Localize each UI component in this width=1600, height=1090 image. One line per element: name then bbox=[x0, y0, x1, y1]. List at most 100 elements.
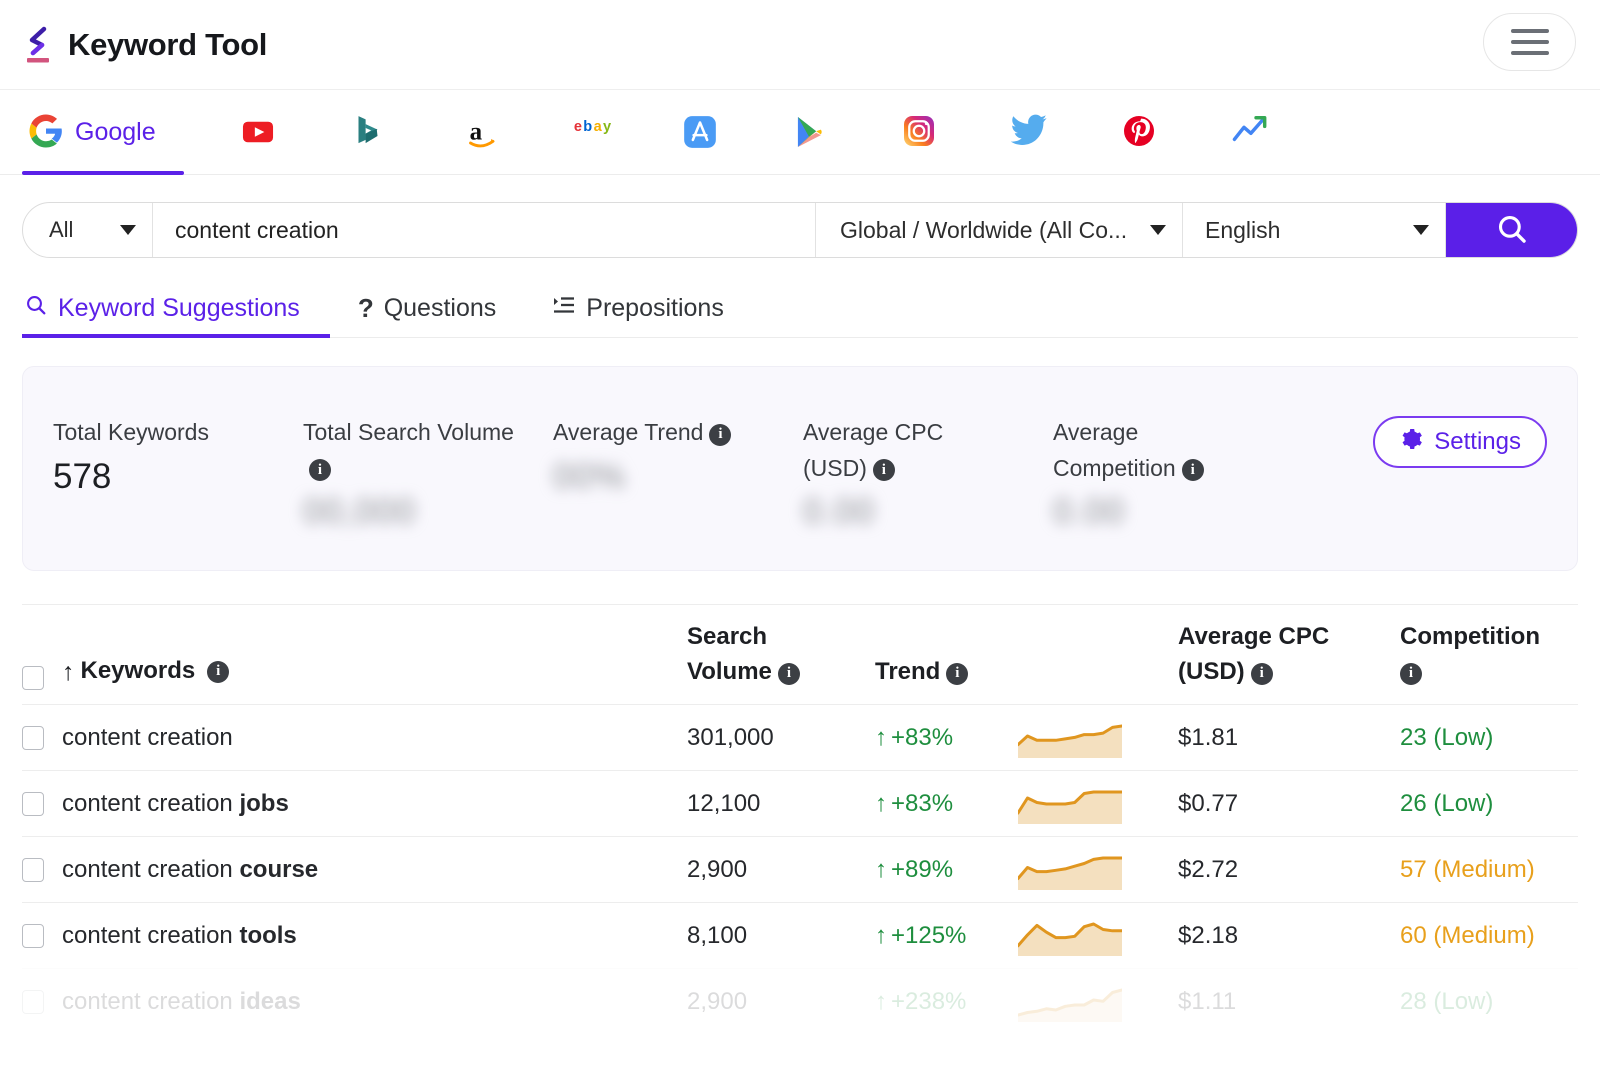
search-input[interactable] bbox=[153, 203, 815, 257]
table-row[interactable]: content creation ideas 2,900 ↑ +238% $1.11 28… bbox=[22, 968, 1578, 1034]
search-icon bbox=[24, 293, 48, 324]
platform-tab-pinterest[interactable] bbox=[1106, 90, 1174, 175]
country-select[interactable]: Global / Worldwide (All Co... bbox=[815, 203, 1183, 257]
info-icon[interactable]: i bbox=[1250, 663, 1273, 686]
amazon-icon: a bbox=[463, 113, 501, 151]
language-select-value: English bbox=[1205, 216, 1281, 243]
keywordtool-logo-icon bbox=[22, 23, 56, 67]
tab-label-questions: Questions bbox=[383, 294, 497, 322]
trend-up-arrow-icon: ↑ bbox=[875, 723, 887, 751]
platform-tab-twitter[interactable] bbox=[996, 90, 1064, 175]
platform-tab-bar: Google a e b a y bbox=[0, 90, 1600, 175]
cell-trend: ↑ +125% bbox=[875, 922, 1018, 950]
cell-search-volume: 12,100 bbox=[687, 789, 761, 817]
platform-tab-google-trends[interactable] bbox=[1216, 90, 1284, 175]
cell-trend: ↑ +238% bbox=[875, 988, 1018, 1016]
table-row[interactable]: content creation tools 8,100 ↑ +125% $2.18 60… bbox=[22, 902, 1578, 968]
platform-tab-ebay[interactable]: e b a y bbox=[558, 90, 626, 175]
cell-search-volume: 2,900 bbox=[687, 855, 748, 883]
table-body: content creation 301,000 ↑ +83% $1.81 23 (Low… bbox=[22, 704, 1578, 1034]
stat-total-search-volume: Total Search Volume i 00,000 bbox=[303, 415, 553, 532]
trend-up-arrow-icon: ↑ bbox=[875, 987, 887, 1015]
twitter-icon bbox=[1010, 113, 1049, 151]
table-row[interactable]: content creation jobs 12,100 ↑ +83% $0.77 26 … bbox=[22, 770, 1578, 836]
stat-average-trend: Average Trend i 00% bbox=[553, 415, 803, 497]
cell-competition: 23 (Low) bbox=[1400, 723, 1494, 751]
stat-average-cpc: Average CPC (USD) i 0.00 bbox=[803, 415, 1053, 532]
row-checkbox[interactable] bbox=[22, 857, 44, 882]
platform-tab-google[interactable]: Google bbox=[22, 90, 184, 175]
row-select-cell bbox=[22, 989, 62, 1014]
info-icon[interactable]: i bbox=[946, 663, 969, 686]
question-mark-icon: ? bbox=[357, 293, 374, 323]
column-header-competition[interactable]: Competition i bbox=[1400, 620, 1540, 690]
cell-search-volume: 2,900 bbox=[687, 987, 748, 1015]
info-icon[interactable]: i bbox=[709, 423, 732, 446]
country-select-value: Global / Worldwide (All Co... bbox=[840, 216, 1128, 243]
info-icon[interactable]: i bbox=[1400, 663, 1422, 686]
platform-tab-instagram[interactable] bbox=[886, 90, 954, 175]
bing-icon bbox=[351, 113, 389, 151]
tab-prepositions[interactable]: Prepositions bbox=[524, 280, 752, 337]
info-icon[interactable]: i bbox=[777, 663, 800, 686]
row-checkbox[interactable] bbox=[22, 791, 44, 816]
chevron-down-icon bbox=[1413, 225, 1429, 235]
table-row[interactable]: content creation 301,000 ↑ +83% $1.81 23 (Low… bbox=[22, 704, 1578, 770]
brand: Keyword Tool bbox=[22, 23, 267, 67]
row-checkbox[interactable] bbox=[22, 725, 44, 750]
stat-value: 0.00 bbox=[1053, 492, 1126, 532]
stat-label-text: Average Competition bbox=[1053, 419, 1176, 481]
keyword-text: content creation bbox=[62, 855, 240, 883]
column-header-label: Search bbox=[687, 623, 768, 651]
column-header-search-volume[interactable]: Search Volume i bbox=[687, 620, 875, 690]
youtube-icon bbox=[239, 113, 277, 151]
tab-questions[interactable]: ? Questions bbox=[330, 280, 524, 337]
search-bar: All Global / Worldwide (All Co... Englis… bbox=[22, 202, 1578, 258]
platform-tab-youtube[interactable] bbox=[224, 90, 292, 175]
cell-trend-sparkline bbox=[1018, 850, 1178, 890]
keyword-results-table: ↑ Keywords i Search Volume i Trend i Avera… bbox=[22, 604, 1578, 1034]
cell-keyword: content creation ideas bbox=[62, 988, 687, 1016]
pinterest-icon bbox=[1121, 113, 1159, 151]
stat-label: Average CPC (USD) i bbox=[803, 415, 973, 486]
svg-text:b: b bbox=[583, 119, 592, 135]
settings-button[interactable]: Settings bbox=[1373, 416, 1547, 468]
trend-value: +125% bbox=[891, 921, 967, 949]
cell-average-cpc: $1.11 bbox=[1178, 987, 1237, 1015]
platform-tab-playstore[interactable] bbox=[776, 90, 844, 175]
stat-average-competition: Average Competition i 0.00 bbox=[1053, 415, 1303, 532]
column-header-keywords[interactable]: ↑ Keywords i bbox=[62, 654, 687, 690]
keyword-modifier: jobs bbox=[239, 789, 289, 817]
tab-keyword-suggestions[interactable]: Keyword Suggestions bbox=[22, 280, 330, 338]
info-icon[interactable]: i bbox=[1181, 459, 1204, 482]
google-play-icon bbox=[791, 113, 829, 151]
cell-trend: ↑ +83% bbox=[875, 724, 1018, 752]
platform-tab-amazon[interactable]: a bbox=[448, 90, 516, 175]
hamburger-menu-icon[interactable] bbox=[1483, 13, 1576, 71]
trend-up-arrow-icon: ↑ bbox=[875, 855, 887, 883]
select-all-checkbox[interactable] bbox=[22, 666, 44, 690]
google-icon bbox=[28, 113, 66, 151]
keyword-modifier: ideas bbox=[239, 987, 301, 1015]
column-header-trend[interactable]: Trend i bbox=[875, 620, 1018, 690]
search-button[interactable] bbox=[1446, 203, 1577, 257]
row-checkbox[interactable] bbox=[22, 989, 44, 1014]
row-checkbox[interactable] bbox=[22, 923, 44, 948]
table-row[interactable]: content creation course 2,900 ↑ +89% $2.72 57… bbox=[22, 836, 1578, 902]
stat-value: 578 bbox=[53, 456, 112, 496]
cell-average-cpc: $2.72 bbox=[1178, 855, 1239, 883]
column-header-average-cpc[interactable]: Average CPC (USD) i bbox=[1178, 620, 1400, 690]
platform-tab-appstore[interactable] bbox=[666, 90, 734, 175]
scope-select[interactable]: All bbox=[23, 203, 153, 257]
info-icon[interactable]: i bbox=[872, 459, 895, 482]
app-header: Keyword Tool bbox=[0, 0, 1600, 90]
language-select[interactable]: English bbox=[1183, 203, 1446, 257]
platform-tab-bing[interactable] bbox=[336, 90, 404, 175]
cell-competition: 28 (Low) bbox=[1400, 987, 1494, 1015]
column-header-label: Competition bbox=[1400, 623, 1540, 651]
info-icon[interactable]: i bbox=[309, 459, 331, 482]
stat-label: Total Search Volume i bbox=[303, 415, 518, 486]
info-icon[interactable]: i bbox=[207, 660, 230, 683]
row-select-cell bbox=[22, 725, 62, 750]
keyword-text: content creation bbox=[62, 789, 240, 817]
